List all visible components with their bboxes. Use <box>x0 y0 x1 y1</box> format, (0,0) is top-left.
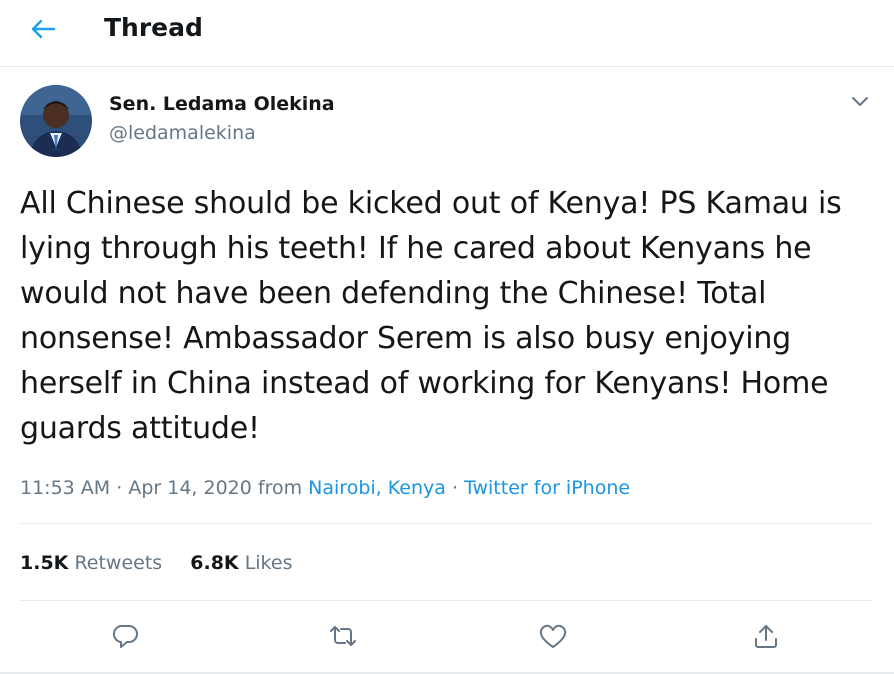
display-name[interactable]: Sen. Ledama Olekina <box>109 93 335 115</box>
thread-header: Thread <box>0 0 894 67</box>
likes-label: Likes <box>244 552 293 574</box>
likes-count: 6.8K <box>190 552 239 574</box>
location-link[interactable]: Nairobi, Kenya <box>308 477 446 499</box>
share-button[interactable] <box>749 619 783 653</box>
divider <box>20 523 872 524</box>
arrow-left-icon <box>31 19 56 39</box>
action-bar <box>0 605 894 665</box>
tweet-meta: 11:53 AM · Apr 14, 2020 from Nairobi, Ke… <box>20 474 630 502</box>
retweet-button[interactable] <box>326 619 360 653</box>
back-button[interactable] <box>24 12 62 46</box>
source-link[interactable]: Twitter for iPhone <box>464 477 630 499</box>
tweet-date[interactable]: Apr 14, 2020 <box>128 477 252 499</box>
like-button[interactable] <box>536 619 570 653</box>
share-icon <box>755 625 777 648</box>
likes-stat[interactable]: 6.8K Likes <box>190 549 292 577</box>
more-options-button[interactable] <box>848 92 872 112</box>
heart-icon <box>539 624 567 648</box>
reply-icon <box>112 624 138 648</box>
retweets-count: 1.5K <box>20 552 69 574</box>
user-handle[interactable]: @ledamalekina <box>109 121 256 145</box>
retweet-icon <box>330 626 356 646</box>
reply-button[interactable] <box>109 619 143 653</box>
chevron-down-icon <box>852 97 868 106</box>
retweets-label: Retweets <box>74 552 163 574</box>
retweets-stat[interactable]: 1.5K Retweets <box>20 549 162 577</box>
avatar[interactable] <box>20 85 92 157</box>
page-title: Thread <box>104 13 203 42</box>
tweet-stats: 1.5K Retweets 6.8K Likes <box>20 549 292 577</box>
meta-separator: · <box>116 477 123 499</box>
tweet-time[interactable]: 11:53 AM <box>20 477 110 499</box>
meta-separator: · <box>451 477 458 499</box>
divider <box>20 600 872 601</box>
tweet-text: All Chinese should be kicked out of Keny… <box>20 186 851 446</box>
from-label: from <box>257 477 303 499</box>
